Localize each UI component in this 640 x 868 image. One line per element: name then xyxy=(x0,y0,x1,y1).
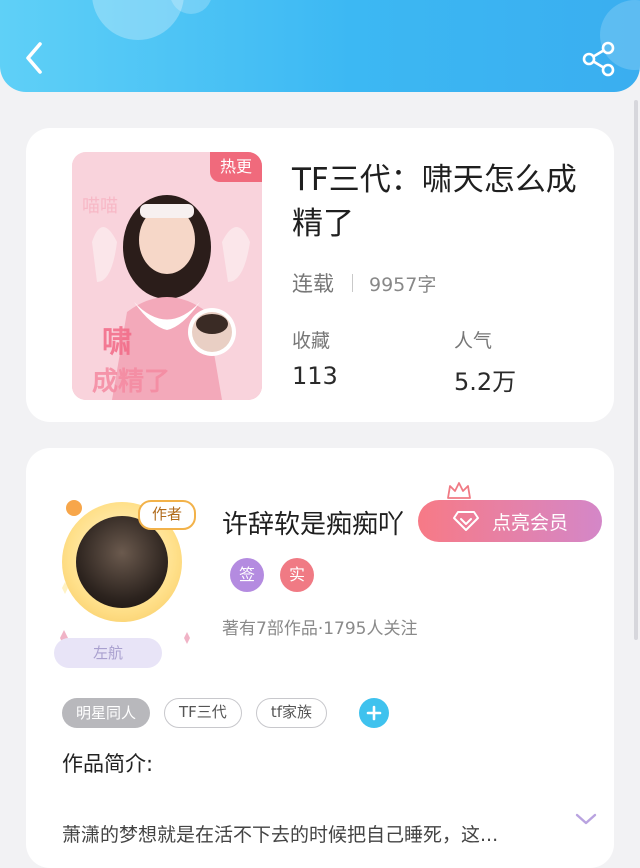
svg-text:啸: 啸 xyxy=(102,325,132,360)
book-title: TF三代：啸天怎么成精了 xyxy=(292,162,577,242)
crown-icon xyxy=(447,482,471,499)
vip-button[interactable]: 点亮会员 xyxy=(418,500,602,542)
verified-badge: 实 xyxy=(280,558,314,592)
word-count: 9957字 xyxy=(369,273,437,296)
hot-update-badge: 热更 xyxy=(210,152,262,182)
share-button[interactable] xyxy=(580,40,618,78)
cover-illustration: 喵喵 啸 成精了 xyxy=(72,152,262,400)
back-button[interactable] xyxy=(18,38,50,78)
signed-badge: 签 xyxy=(230,558,264,592)
share-icon xyxy=(582,41,615,77)
favorites-value: 113 xyxy=(292,362,338,390)
book-cover[interactable]: 喵喵 啸 成精了 热更 xyxy=(72,152,262,400)
vip-button-label: 点亮会员 xyxy=(491,511,568,534)
back-chevron-icon xyxy=(26,42,42,74)
popularity-label: 人气 xyxy=(454,330,493,352)
author-tag: 作者 xyxy=(138,500,196,530)
svg-text:成精了: 成精了 xyxy=(92,367,170,397)
serial-status: 连载 xyxy=(292,272,334,296)
author-works-line: 著有7部作品·1795人关注 xyxy=(222,619,418,639)
divider xyxy=(352,274,353,292)
author-name[interactable]: 许辞软是痴痴吖 xyxy=(222,504,404,541)
decorative-bubble xyxy=(92,0,184,40)
author-card: 作者 左航 许辞软是痴痴吖 点亮会员 签 实 著有7部作品·1795人关注 明星… xyxy=(26,448,614,868)
top-header xyxy=(0,0,640,92)
tag-chip[interactable]: TF三代 xyxy=(164,698,242,728)
add-tag-button[interactable] xyxy=(358,698,389,728)
svg-text:喵喵: 喵喵 xyxy=(82,196,118,217)
scrollbar[interactable] xyxy=(634,100,638,640)
rank-pill: 左航 xyxy=(54,638,162,668)
tag-chip[interactable]: tf家族 xyxy=(255,698,327,728)
plus-icon xyxy=(366,705,382,721)
favorites-label: 收藏 xyxy=(292,330,331,352)
tag-chip[interactable]: 明星同人 xyxy=(62,698,151,728)
popularity-value: 5.2万 xyxy=(454,368,517,396)
intro-text: 萧潇的梦想就是在活不下去的时候把自己睡死，这... xyxy=(62,824,499,846)
book-status-line: 连载 9957字 xyxy=(292,268,436,298)
expand-chevron-icon[interactable] xyxy=(574,810,598,828)
book-info-card: 喵喵 啸 成精了 热更 TF三代：啸天怎么成精了 连载 9957字 收藏 113… xyxy=(26,128,614,422)
intro-heading: 作品简介: xyxy=(62,752,154,776)
diamond-icon xyxy=(452,511,479,531)
tag-list: 明星同人 TF三代 tf家族 xyxy=(62,698,389,728)
